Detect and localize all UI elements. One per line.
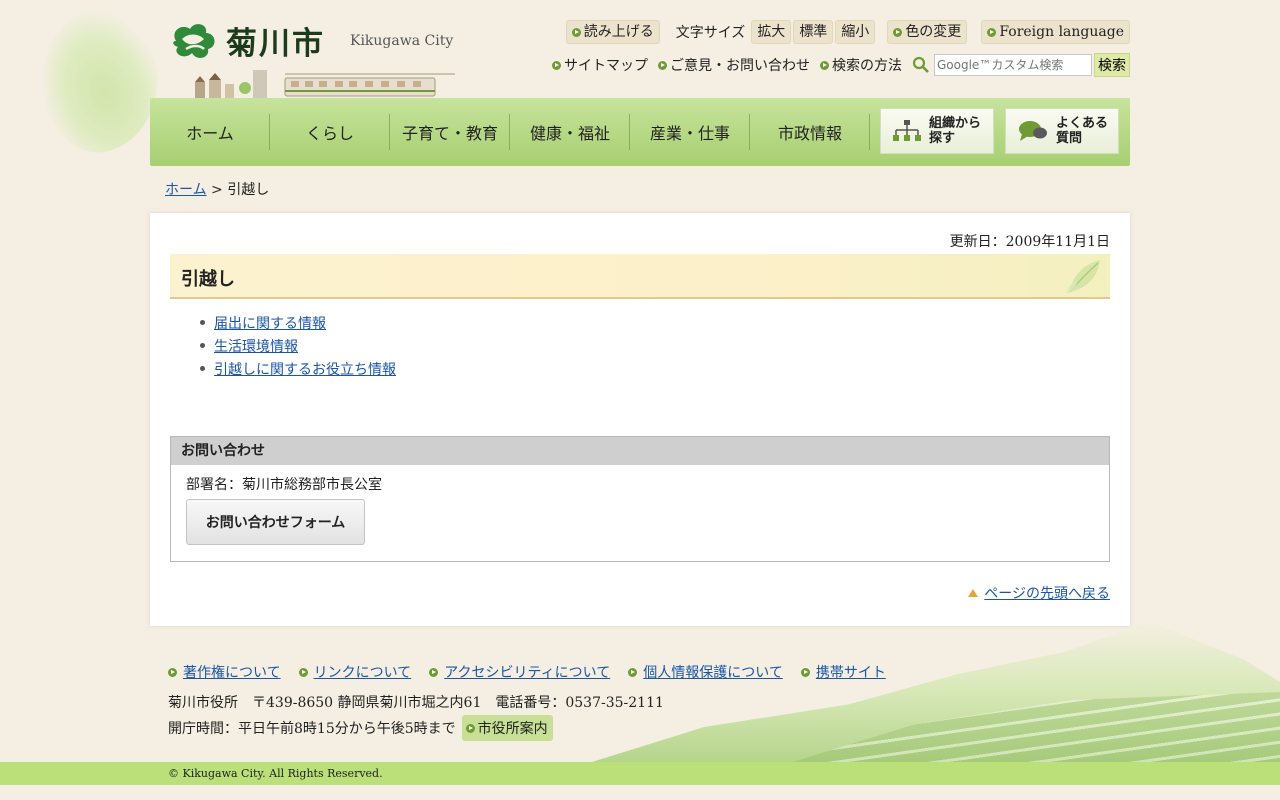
page-top-label[interactable]: ページの先頭へ戻る — [984, 583, 1110, 603]
arrow-bullet-icon — [820, 60, 829, 70]
nav-industry-work[interactable]: 産業・仕事 — [630, 115, 750, 149]
breadcrumb-home-link[interactable]: ホーム — [165, 182, 207, 198]
font-size-label: 文字サイズ — [675, 25, 746, 41]
page-top-link[interactable]: ページの先頭へ戻る — [968, 583, 1110, 603]
list-item: 引越しに関するお役立ち情報 — [200, 357, 396, 380]
utility-links: サイトマップ ご意見・お問い合わせ 検索の方法 検索 — [552, 53, 1130, 77]
footer-links: 著作権について リンクについて アクセシビリティについて 個人情報保護について … — [168, 662, 904, 682]
list-item: 届出に関する情報 — [200, 311, 396, 334]
arrow-bullet-icon — [800, 667, 810, 677]
main-content: 更新日：2009年11月1日 引越し 届出に関する情報 生活環境情報 引越しに関… — [150, 213, 1130, 626]
office-guide-button[interactable]: 市役所案内 — [461, 715, 553, 741]
page-title-band: 引越し — [170, 254, 1110, 299]
town-train-illustration — [195, 70, 455, 98]
arrow-bullet-icon — [571, 27, 581, 37]
arrow-bullet-icon — [168, 667, 177, 677]
feedback-label: ご意見・お問い合わせ — [670, 58, 810, 74]
nav-health-welfare[interactable]: 健康・福祉 — [510, 115, 630, 149]
nav-divider — [869, 114, 870, 150]
breadcrumb-current: 引越し — [227, 182, 270, 198]
moving-tips-link[interactable]: 引越しに関するお役立ち情報 — [214, 359, 396, 379]
site-header: 菊川市 Kikugawa City 読み上げる 文字サイズ 拡大 標準 縮小 色… — [150, 0, 1130, 98]
logo-english: Kikugawa City — [350, 33, 454, 49]
org-search-button[interactable]: 組織から 探す — [880, 108, 994, 154]
page-title: 引越し — [181, 269, 235, 290]
mobile-site-link[interactable]: 携帯サイト — [816, 662, 886, 682]
nav-living[interactable]: くらし — [270, 115, 390, 149]
privacy-link[interactable]: 個人情報保護について — [643, 662, 783, 682]
foreign-language-label: Foreign language — [999, 24, 1124, 40]
office-hours: 開庁時間：平日午前8時15分から午後5時まで — [168, 721, 456, 737]
breadcrumb: ホーム > 引越し — [165, 179, 269, 199]
arrow-bullet-icon — [429, 667, 439, 677]
faq-button[interactable]: よくある 質問 — [1005, 108, 1119, 154]
copyright-text: © Kikugawa City. All Rights Reserved. — [168, 767, 383, 780]
bullet-icon — [200, 366, 205, 371]
color-change-button[interactable]: 色の変更 — [887, 20, 968, 44]
font-size-standard-button[interactable]: 標準 — [793, 20, 834, 44]
org-chart-icon — [893, 120, 921, 141]
link-policy-link[interactable]: リンクについて — [314, 662, 412, 682]
contact-department: 部署名：菊川市総務部市長公室 — [186, 477, 382, 493]
notification-info-link[interactable]: 届出に関する情報 — [214, 313, 326, 333]
living-environment-link[interactable]: 生活環境情報 — [214, 336, 298, 356]
arrow-bullet-icon — [658, 60, 667, 70]
font-size-small-button[interactable]: 縮小 — [835, 20, 876, 44]
up-arrow-icon — [968, 589, 979, 597]
arrow-bullet-icon — [628, 667, 638, 677]
sitemap-link[interactable]: サイトマップ — [552, 55, 648, 75]
chrysanthemum-logo-icon — [168, 19, 220, 63]
footer-address: 菊川市役所 〒439-8650 静岡県菊川市堀之内61 電話番号：0537-35… — [168, 695, 664, 711]
footer-hours-row: 開庁時間：平日午前8時15分から午後5時まで 市役所案内 — [168, 715, 553, 741]
contact-box: お問い合わせ 部署名：菊川市総務部市長公室 お問い合わせフォーム — [170, 436, 1110, 562]
footer-item-accessibility: アクセシビリティについて — [429, 662, 610, 682]
org-search-label: 組織から 探す — [929, 116, 982, 146]
feedback-link[interactable]: ご意見・お問い合わせ — [658, 55, 810, 75]
color-change-label: 色の変更 — [905, 24, 962, 40]
logo-text: 菊川市 — [226, 26, 325, 62]
footer-item-privacy: 個人情報保護について — [628, 662, 783, 682]
leaf-icon — [1066, 260, 1100, 294]
contact-form-button[interactable]: お問い合わせフォーム — [186, 499, 365, 545]
content-link-list: 届出に関する情報 生活環境情報 引越しに関するお役立ち情報 — [200, 311, 396, 380]
accessibility-link[interactable]: アクセシビリティについて — [444, 662, 610, 682]
arrow-bullet-icon — [465, 723, 475, 733]
arrow-bullet-icon — [893, 27, 903, 37]
copyright-link[interactable]: 著作権について — [183, 662, 281, 682]
global-nav: ホーム くらし 子育て・教育 健康・福祉 産業・仕事 市政情報 組織から 探す よ… — [150, 98, 1130, 166]
utility-bar: 読み上げる 文字サイズ 拡大 標準 縮小 色の変更 Foreign langua… — [565, 20, 1130, 44]
search-help-link[interactable]: 検索の方法 — [820, 55, 902, 75]
bullet-icon — [200, 320, 205, 325]
list-item: 生活環境情報 — [200, 334, 396, 357]
contact-heading: お問い合わせ — [171, 437, 1109, 465]
speech-bubble-icon — [1019, 121, 1047, 141]
sitemap-label: サイトマップ — [564, 58, 648, 74]
office-guide-label: 市役所案内 — [477, 721, 548, 737]
updated-date: 更新日：2009年11月1日 — [949, 234, 1110, 250]
arrow-bullet-icon — [987, 27, 997, 37]
bullet-icon — [200, 343, 205, 348]
foreign-language-button[interactable]: Foreign language — [981, 20, 1130, 44]
footer-item-link-policy: リンクについて — [298, 662, 412, 682]
site-logo[interactable]: 菊川市 — [168, 18, 325, 63]
search-help-label: 検索の方法 — [832, 58, 902, 74]
footer-item-copyright: 著作権について — [168, 662, 281, 682]
breadcrumb-separator: > — [211, 182, 223, 198]
nav-home[interactable]: ホーム — [150, 115, 270, 149]
footer-item-mobile: 携帯サイト — [800, 662, 886, 682]
nav-childcare-education[interactable]: 子育て・教育 — [390, 115, 510, 149]
faq-label: よくある 質問 — [1056, 116, 1109, 146]
read-aloud-button[interactable]: 読み上げる — [565, 20, 660, 44]
search-button[interactable]: 検索 — [1094, 53, 1130, 77]
arrow-bullet-icon — [552, 60, 561, 70]
arrow-bullet-icon — [298, 667, 308, 677]
copyright-bar: © Kikugawa City. All Rights Reserved. — [0, 762, 1280, 785]
search-input[interactable] — [934, 54, 1092, 76]
font-size-large-button[interactable]: 拡大 — [751, 20, 792, 44]
nav-city-info[interactable]: 市政情報 — [750, 115, 870, 149]
read-aloud-label: 読み上げる — [583, 24, 654, 40]
search-icon — [912, 56, 929, 73]
